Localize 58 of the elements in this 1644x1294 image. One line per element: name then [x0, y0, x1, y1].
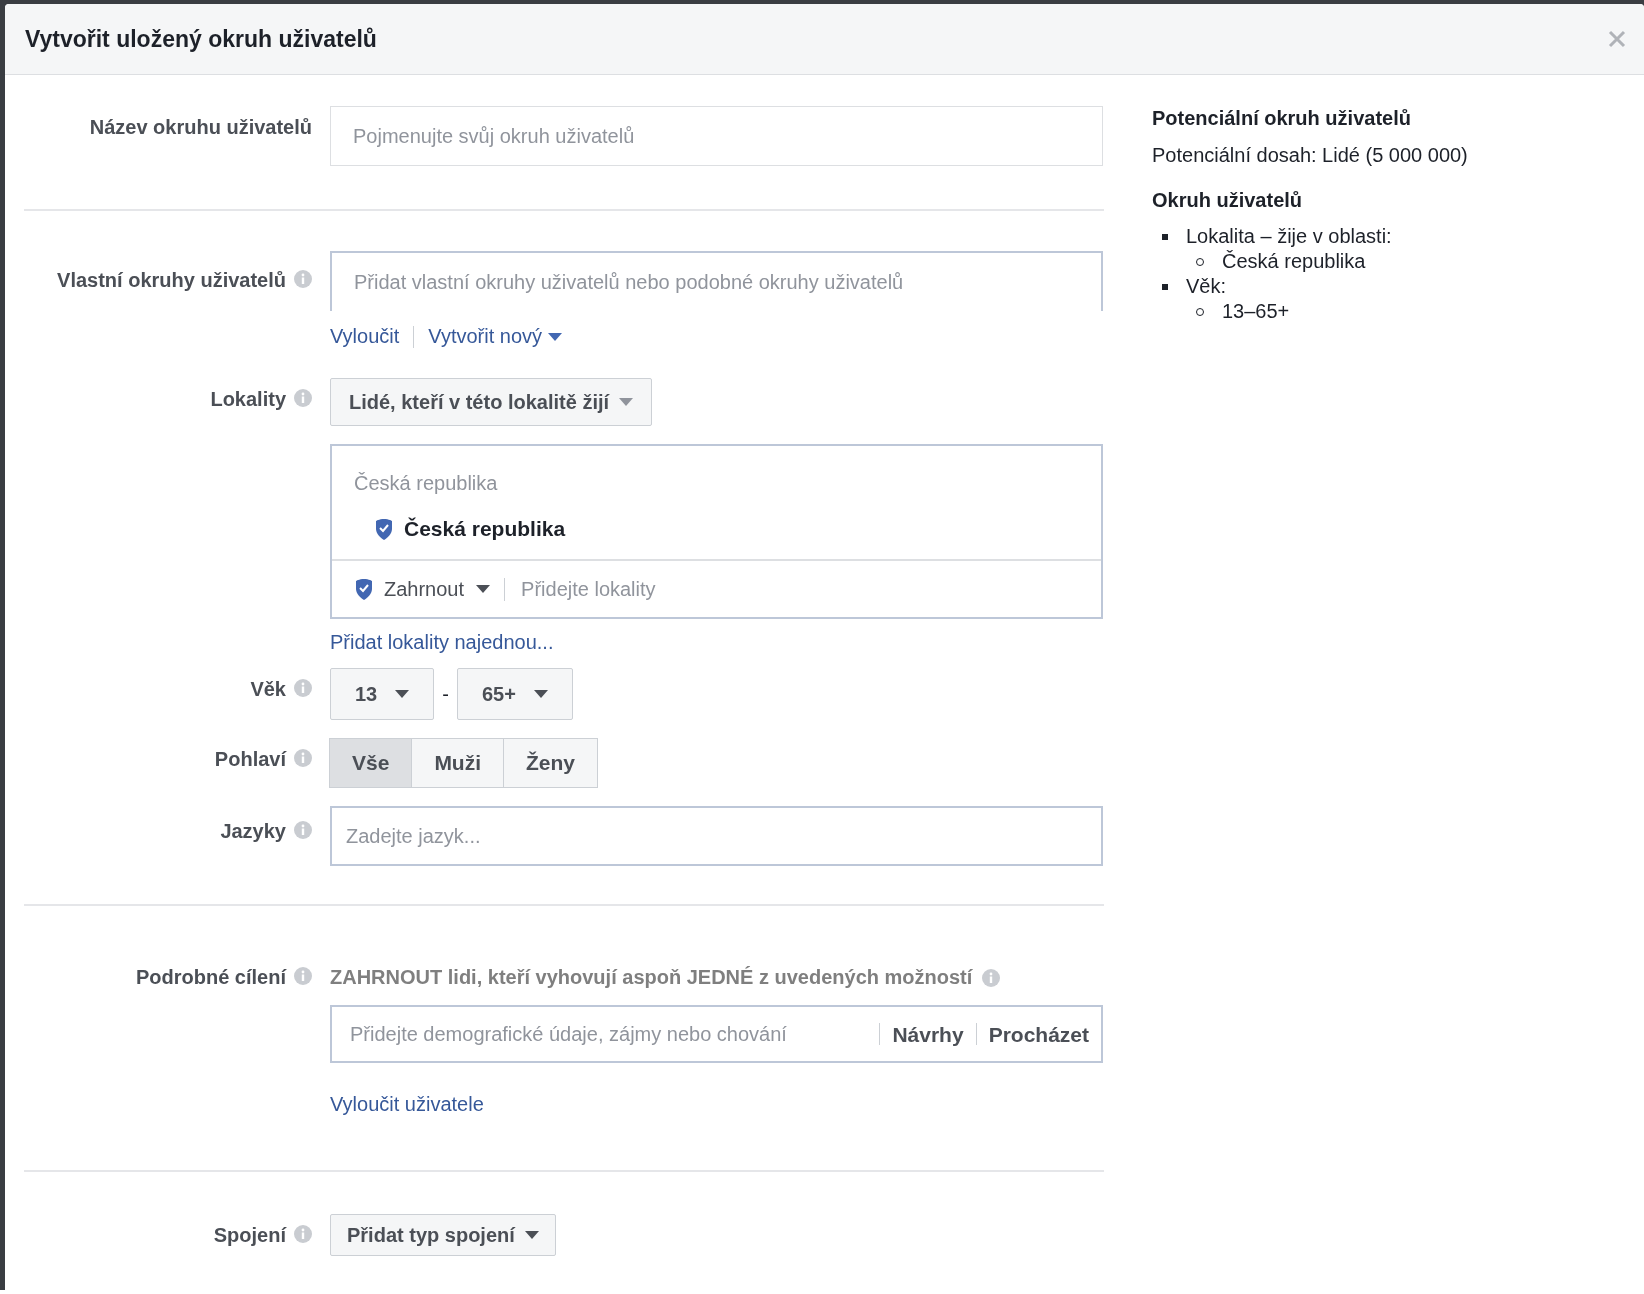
pin-icon: [356, 578, 372, 600]
caret-icon: [395, 690, 410, 698]
include-dropdown[interactable]: Zahrnout: [356, 577, 506, 601]
field-label: Vlastní okruhy uživatelů: [57, 269, 286, 292]
pin-icon: [376, 518, 392, 540]
range-separator: -: [442, 682, 449, 706]
summary-title: Potenciální okruh uživatelů: [1152, 107, 1412, 130]
bulk-locations-link[interactable]: Přidat lokality najednou...: [330, 631, 554, 654]
max-age-dropdown[interactable]: 65+: [456, 668, 573, 720]
connection-type-dropdown[interactable]: Přidat typ spojení: [330, 1214, 556, 1256]
caret-icon: [548, 332, 563, 341]
info-icon[interactable]: [294, 967, 312, 985]
info-icon[interactable]: [294, 270, 312, 288]
bullet-icon: [1162, 233, 1168, 240]
caret-icon: [476, 585, 491, 593]
caret-icon: [533, 690, 548, 698]
summary-item: Česká republika: [1222, 249, 1366, 274]
field-label: Lokality: [210, 388, 286, 411]
targeting-search-field[interactable]: Přidejte demografické údaje, zájmy nebo chování Návrhy Procházet: [330, 1005, 1103, 1063]
audience-title: Okruh uživatelů: [1152, 189, 1304, 212]
selected-location: Česká republika: [404, 517, 566, 541]
field-label: Pohlaví: [214, 748, 286, 771]
dialog-title: Vytvořit uložený okruh uživatelů: [25, 25, 377, 53]
info-icon[interactable]: [294, 389, 312, 407]
link[interactable]: Vytvořit nový: [428, 325, 563, 348]
link[interactable]: Vyloučit: [330, 325, 400, 348]
min-age-dropdown[interactable]: 13: [330, 668, 435, 720]
info-icon[interactable]: [982, 969, 1001, 987]
close-icon[interactable]: [1608, 30, 1626, 48]
info-icon[interactable]: [294, 679, 312, 697]
summary-item: 13–65+: [1222, 299, 1290, 324]
field-label: Jazyky: [220, 820, 286, 843]
gender-option[interactable]: Ženy: [503, 738, 599, 788]
targeting-action-button[interactable]: Návrhy: [879, 1023, 976, 1045]
potential-reach: Potenciální dosah: Lidé (5 000 000): [1152, 144, 1468, 167]
info-icon[interactable]: [294, 1225, 312, 1243]
location-type-dropdown[interactable]: Lidé, kteří v této lokalitě žijí: [330, 378, 653, 426]
audience-name-field[interactable]: Pojmenujte svůj okruh uživatelů: [330, 106, 1103, 166]
info-icon[interactable]: [294, 821, 312, 839]
location-group-label: Česká republika: [353, 471, 499, 495]
field-label: Název okruhu uživatelů: [89, 116, 312, 139]
exclude-people-link[interactable]: Vyloučit uživatele: [330, 1093, 484, 1116]
summary-item: Věk:: [1186, 274, 1227, 299]
field-label: Věk: [250, 678, 286, 701]
targeting-heading: ZAHRNOUT lidi, kteří vyhovují aspoň JEDNÉ z uvedených možností: [330, 966, 973, 989]
targeting-action-button[interactable]: Procházet: [975, 1023, 1101, 1045]
info-icon[interactable]: [294, 749, 312, 767]
gender-option[interactable]: Muži: [411, 738, 505, 788]
caret-icon: [619, 398, 634, 406]
caret-icon: [524, 1231, 539, 1239]
language-field[interactable]: Zadejte jazyk...: [330, 806, 1103, 866]
bullet-icon: [1162, 283, 1168, 290]
custom-audience-field[interactable]: Přidat vlastní okruhy uživatelů nebo podobné okruhy uživatelů: [330, 251, 1103, 311]
summary-item: Lokalita – žije v oblasti:: [1186, 224, 1392, 249]
gender-option[interactable]: Vše: [329, 738, 413, 788]
field-label: Spojení: [213, 1224, 286, 1247]
location-search-field[interactable]: Přidejte lokality: [505, 576, 1101, 602]
field-label: Podrobné cílení: [135, 966, 286, 989]
